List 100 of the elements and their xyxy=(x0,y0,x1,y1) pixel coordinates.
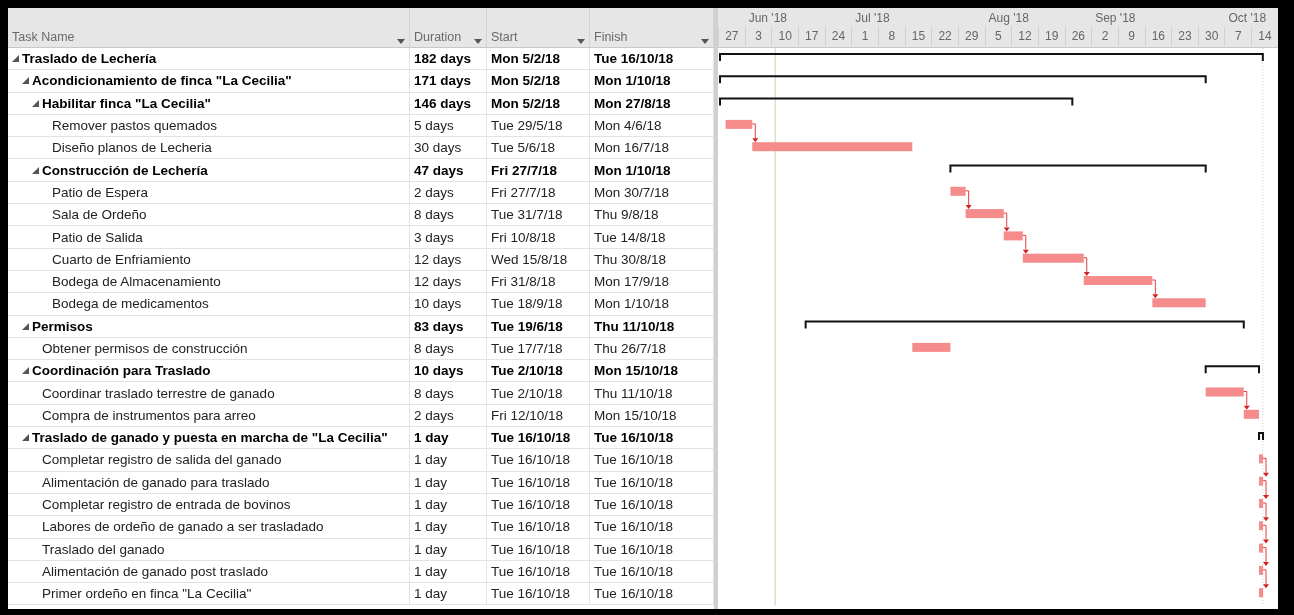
duration-value: 5 days xyxy=(414,118,454,134)
task-name: Coordinación para Traslado xyxy=(32,363,211,379)
task-name: Acondicionamiento de finca "La Cecilia" xyxy=(32,73,292,89)
collapse-icon[interactable] xyxy=(22,367,29,375)
duration-value: 8 days xyxy=(414,207,454,223)
task-bar[interactable] xyxy=(1205,387,1244,397)
duration-value: 1 day xyxy=(414,541,448,557)
task-name: Permisos xyxy=(32,318,93,334)
column-header[interactable]: Start xyxy=(491,30,518,44)
task-name: Bodega de medicamentos xyxy=(52,296,209,312)
task-name: Labores de ordeño de ganado a ser trasladado xyxy=(42,519,324,535)
collapse-icon[interactable] xyxy=(32,166,39,174)
link-arrow xyxy=(1003,212,1010,232)
column-header[interactable]: Duration xyxy=(414,30,462,44)
task-name: Sala de Ordeño xyxy=(52,207,147,223)
collapse-icon[interactable] xyxy=(12,55,19,63)
collapse-icon[interactable] xyxy=(22,434,29,442)
finish-date: Tue 16/10/18 xyxy=(594,497,674,513)
finish-date: Mon 4/6/18 xyxy=(594,118,662,134)
week-label: 29 xyxy=(957,27,985,46)
task-bar[interactable] xyxy=(1003,231,1023,241)
start-date: Tue 16/10/18 xyxy=(491,430,571,446)
duration-value: 12 days xyxy=(414,251,462,267)
task-bar[interactable] xyxy=(1259,521,1263,531)
task-name: Traslado de ganado y puesta en marcha de "La Cecilia" xyxy=(32,430,388,446)
dropdown-arrow-icon[interactable] xyxy=(577,39,585,44)
task-name: Habilitar finca "La Cecilia" xyxy=(42,95,211,111)
dropdown-arrow-icon[interactable] xyxy=(397,39,405,44)
start-date: Fri 10/8/18 xyxy=(491,229,556,245)
week-label: 26 xyxy=(1064,27,1092,46)
week-label: 9 xyxy=(1117,27,1145,46)
duration-value: 83 days xyxy=(414,318,464,334)
task-bar[interactable] xyxy=(965,209,1004,219)
finish-date: Mon 15/10/18 xyxy=(594,407,677,423)
dropdown-arrow-icon[interactable] xyxy=(474,39,482,44)
task-bar[interactable] xyxy=(912,342,951,352)
week-label: 12 xyxy=(1011,27,1038,46)
link-arrow xyxy=(1262,569,1269,589)
dropdown-arrow-icon[interactable] xyxy=(701,39,709,44)
finish-date: Tue 16/10/18 xyxy=(594,474,674,490)
finish-date: Tue 16/10/18 xyxy=(594,452,674,468)
link-arrow xyxy=(965,190,972,210)
week-label: 3 xyxy=(744,27,772,46)
task-bar[interactable] xyxy=(1152,298,1206,308)
start-date: Tue 2/10/18 xyxy=(491,385,563,401)
task-name: Remover pastos quemados xyxy=(52,118,218,134)
collapse-icon[interactable] xyxy=(32,99,39,107)
task-bar[interactable] xyxy=(1259,543,1263,553)
duration-value: 1 day xyxy=(414,474,448,490)
week-label: 5 xyxy=(984,27,1012,46)
start-date: Tue 16/10/18 xyxy=(491,519,571,535)
week-label: 10 xyxy=(771,27,798,46)
duration-value: 10 days xyxy=(414,363,464,379)
task-bar[interactable] xyxy=(1243,409,1259,419)
week-label: 16 xyxy=(1144,27,1172,46)
duration-value: 1 day xyxy=(414,586,448,602)
start-date: Fri 27/7/18 xyxy=(491,184,556,200)
task-bar[interactable] xyxy=(1259,454,1263,464)
start-date: Tue 16/10/18 xyxy=(491,474,571,490)
task-bar[interactable] xyxy=(752,142,913,152)
task-name: Patio de Espera xyxy=(52,184,149,200)
finish-date: Mon 1/10/18 xyxy=(594,296,670,312)
start-date: Tue 16/10/18 xyxy=(491,586,571,602)
finish-date: Tue 16/10/18 xyxy=(594,51,674,67)
start-date: Tue 29/5/18 xyxy=(491,118,563,134)
column-header[interactable]: Finish xyxy=(594,30,628,44)
month-label: Jun '18 xyxy=(748,11,787,25)
duration-value: 8 days xyxy=(414,341,454,356)
duration-value: 47 days xyxy=(414,162,464,178)
task-bar[interactable] xyxy=(1259,565,1263,575)
finish-date: Mon 1/10/18 xyxy=(594,73,671,89)
week-label: 14 xyxy=(1251,27,1278,46)
duration-value: 3 days xyxy=(414,229,454,245)
duration-value: 2 days xyxy=(414,184,454,200)
collapse-icon[interactable] xyxy=(22,77,29,85)
task-name: Patio de Salida xyxy=(52,229,143,245)
task-bar[interactable] xyxy=(725,119,753,129)
task-name: Primer ordeño en finca "La Cecilia" xyxy=(42,586,252,602)
task-name: Completar registro de salida del ganado xyxy=(42,452,282,468)
task-bar[interactable] xyxy=(1083,276,1153,285)
task-name: Alimentación de ganado post traslado xyxy=(42,563,268,579)
start-date: Tue 16/10/18 xyxy=(491,497,571,513)
week-label: 22 xyxy=(931,27,958,46)
task-name: Traslado del ganado xyxy=(42,541,165,557)
month-label: Jul '18 xyxy=(855,11,890,25)
start-date: Wed 15/8/18 xyxy=(491,251,568,267)
column-header[interactable]: Task Name xyxy=(12,30,75,44)
task-name: Diseño planos de Lecheria xyxy=(52,140,212,156)
task-name: Cuarto de Enfriamiento xyxy=(52,251,191,267)
collapse-icon[interactable] xyxy=(22,322,29,330)
task-name: Completar registro de entrada de bovinos xyxy=(42,497,291,513)
month-label: Aug '18 xyxy=(988,11,1029,25)
task-bar[interactable] xyxy=(1259,476,1263,486)
duration-value: 8 days xyxy=(414,385,454,401)
finish-date: Mon 16/7/18 xyxy=(594,140,670,156)
task-bar[interactable] xyxy=(950,186,966,196)
task-bar[interactable] xyxy=(1022,253,1084,263)
start-date: Tue 18/9/18 xyxy=(491,296,563,312)
task-bar[interactable] xyxy=(1259,588,1263,598)
link-arrow xyxy=(1262,480,1269,499)
